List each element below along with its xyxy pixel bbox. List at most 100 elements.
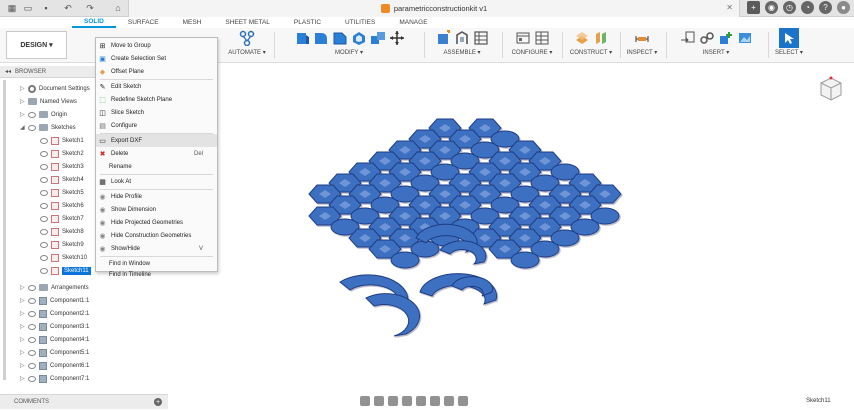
redo-icon[interactable]: ↷ bbox=[84, 2, 96, 14]
visibility-eye-icon[interactable] bbox=[40, 137, 48, 144]
tree-item-sketches[interactable]: ◢ Sketches bbox=[20, 121, 76, 134]
save-icon[interactable]: ▪ bbox=[40, 2, 52, 14]
add-comment-icon[interactable]: + bbox=[154, 398, 162, 406]
tab-sheet-metal[interactable]: SHEET METAL bbox=[213, 17, 282, 28]
visibility-eye-icon[interactable] bbox=[28, 111, 36, 118]
visibility-eye-icon[interactable] bbox=[40, 189, 48, 196]
menu-item-rename[interactable]: Rename bbox=[96, 160, 217, 173]
pan-icon[interactable] bbox=[388, 396, 398, 406]
tree-item-sketch9[interactable]: Sketch9 bbox=[40, 238, 84, 251]
visibility-eye-icon[interactable] bbox=[40, 215, 48, 222]
configuration-table-icon[interactable] bbox=[534, 30, 550, 46]
tree-item-sketch2[interactable]: Sketch2 bbox=[40, 147, 84, 160]
look-at-icon[interactable] bbox=[374, 396, 384, 406]
tree-item-sketch4[interactable]: Sketch4 bbox=[40, 173, 84, 186]
menu-item-slice-sketch[interactable]: ◫ Slice Sketch bbox=[96, 106, 217, 119]
visibility-eye-icon[interactable] bbox=[28, 349, 36, 356]
press-pull-icon[interactable] bbox=[294, 30, 310, 46]
menu-item-find-in-timeline[interactable]: Find in Timeline bbox=[96, 269, 217, 280]
insert-menu[interactable]: INSERT ▾ bbox=[670, 49, 762, 56]
menu-item-redefine-sketch-plane[interactable]: ⬚ Redefine Sketch Plane bbox=[96, 93, 217, 106]
menu-item-hide-construction-geometries[interactable]: ◉ Hide Construction Geometries bbox=[96, 229, 217, 242]
inspect-menu[interactable]: INSPECT ▾ bbox=[622, 49, 662, 56]
visibility-eye-icon[interactable] bbox=[28, 297, 36, 304]
fit-icon[interactable] bbox=[416, 396, 426, 406]
grid-settings-icon[interactable] bbox=[444, 396, 454, 406]
canvas-viewport[interactable] bbox=[218, 66, 854, 391]
close-icon[interactable]: ✕ bbox=[726, 3, 733, 12]
midplane-icon[interactable] bbox=[593, 30, 609, 46]
viewports-icon[interactable] bbox=[458, 396, 468, 406]
visibility-eye-icon[interactable] bbox=[40, 150, 48, 157]
insert-derive-icon[interactable] bbox=[680, 30, 696, 46]
visibility-eye-icon[interactable] bbox=[40, 254, 48, 261]
tab-manage[interactable]: MANAGE bbox=[387, 17, 439, 28]
menu-item-look-at[interactable]: ▦ Look At bbox=[96, 175, 217, 188]
menu-item-create-selection-set[interactable]: ▣ Create Selection Set bbox=[96, 52, 217, 65]
tree-item-component7[interactable]: ▷ Component7:1 bbox=[20, 372, 89, 385]
measure-icon[interactable] bbox=[634, 30, 650, 46]
automate-menu[interactable]: AUTOMATE ▾ bbox=[226, 49, 268, 56]
modify-menu[interactable]: MODIFY ▾ bbox=[280, 49, 418, 56]
visibility-eye-icon[interactable] bbox=[28, 310, 36, 317]
menu-item-configure[interactable]: ▤ Configure bbox=[96, 119, 217, 132]
tree-item-component3[interactable]: ▷ Component3:1 bbox=[20, 320, 89, 333]
menu-item-hide-profile[interactable]: ◉ Hide Profile bbox=[96, 190, 217, 203]
view-cube[interactable] bbox=[815, 73, 847, 105]
tree-item-sketch7[interactable]: Sketch7 bbox=[40, 212, 84, 225]
configure-icon[interactable] bbox=[515, 30, 531, 46]
document-tab[interactable]: parametricconstructionkit v1 ✕ bbox=[128, 0, 740, 17]
tree-item-sketch10[interactable]: Sketch10 bbox=[40, 251, 87, 264]
menu-item-show-dimension[interactable]: ◉ Show Dimension bbox=[96, 203, 217, 216]
automate-icon[interactable] bbox=[239, 30, 255, 46]
visibility-eye-icon[interactable] bbox=[40, 267, 48, 274]
notifications-icon[interactable]: ◔ bbox=[801, 1, 814, 14]
avatar[interactable]: ● bbox=[837, 1, 850, 14]
workspace-switcher-button[interactable]: DESIGN ▾ bbox=[6, 31, 67, 59]
visibility-eye-icon[interactable] bbox=[40, 202, 48, 209]
display-settings-icon[interactable] bbox=[430, 396, 440, 406]
tree-item-sketch3[interactable]: Sketch3 bbox=[40, 160, 84, 173]
tree-item-sketch1[interactable]: Sketch1 bbox=[40, 134, 84, 147]
joint-icon[interactable] bbox=[454, 30, 470, 46]
offset-plane-icon[interactable] bbox=[574, 30, 590, 46]
menu-item-delete[interactable]: ✖ Delete Del bbox=[96, 147, 217, 160]
shell-icon[interactable] bbox=[351, 30, 367, 46]
visibility-eye-icon[interactable] bbox=[40, 176, 48, 183]
select-icon[interactable] bbox=[779, 28, 799, 48]
tree-item-arrangements[interactable]: ▷ Arrangements bbox=[20, 281, 89, 294]
visibility-eye-icon[interactable] bbox=[40, 228, 48, 235]
new-component-icon[interactable] bbox=[435, 30, 451, 46]
browser-scrollbar[interactable] bbox=[3, 80, 6, 380]
visibility-eye-icon[interactable] bbox=[28, 323, 36, 330]
visibility-eye-icon[interactable] bbox=[40, 241, 48, 248]
tree-item-document-settings[interactable]: ▷ Document Settings bbox=[20, 82, 90, 95]
tree-item-named-views[interactable]: ▷ Named Views bbox=[20, 95, 77, 108]
tab-plastic[interactable]: PLASTIC bbox=[282, 17, 333, 28]
move-icon[interactable] bbox=[389, 30, 405, 46]
tree-item-component4[interactable]: ▷ Component4:1 bbox=[20, 333, 89, 346]
home-icon[interactable]: ⌂ bbox=[112, 2, 124, 14]
tab-solid[interactable]: SOLID bbox=[72, 17, 116, 28]
help-icon[interactable]: ? bbox=[819, 1, 832, 14]
extensions-icon[interactable]: ◉ bbox=[765, 1, 778, 14]
insert-mesh-icon[interactable] bbox=[718, 30, 734, 46]
configure-menu[interactable]: CONFIGURE ▾ bbox=[506, 49, 558, 56]
tree-item-origin[interactable]: ▷ Origin bbox=[20, 108, 67, 121]
orbit-icon[interactable] bbox=[360, 396, 370, 406]
new-tab-icon[interactable]: + bbox=[747, 1, 760, 14]
menu-item-export-dxf[interactable]: ▭ Export DXF bbox=[96, 134, 217, 147]
visibility-eye-icon[interactable] bbox=[28, 375, 36, 382]
browser-header[interactable]: ◂◂ BROWSER bbox=[0, 66, 110, 78]
decal-icon[interactable] bbox=[699, 30, 715, 46]
visibility-eye-icon[interactable] bbox=[28, 284, 36, 291]
canvas-icon[interactable] bbox=[737, 30, 753, 46]
menu-item-edit-sketch[interactable]: ✎ Edit Sketch bbox=[96, 80, 217, 93]
file-icon[interactable]: ▭ bbox=[22, 2, 34, 14]
job-status-icon[interactable]: ◷ bbox=[783, 1, 796, 14]
construct-menu[interactable]: CONSTRUCT ▾ bbox=[566, 49, 616, 56]
undo-icon[interactable]: ↶ bbox=[62, 2, 74, 14]
tree-item-component1[interactable]: ▷ Component1:1 bbox=[20, 294, 89, 307]
chamfer-icon[interactable] bbox=[332, 30, 348, 46]
comments-panel[interactable]: COMMENTS + bbox=[0, 394, 168, 409]
